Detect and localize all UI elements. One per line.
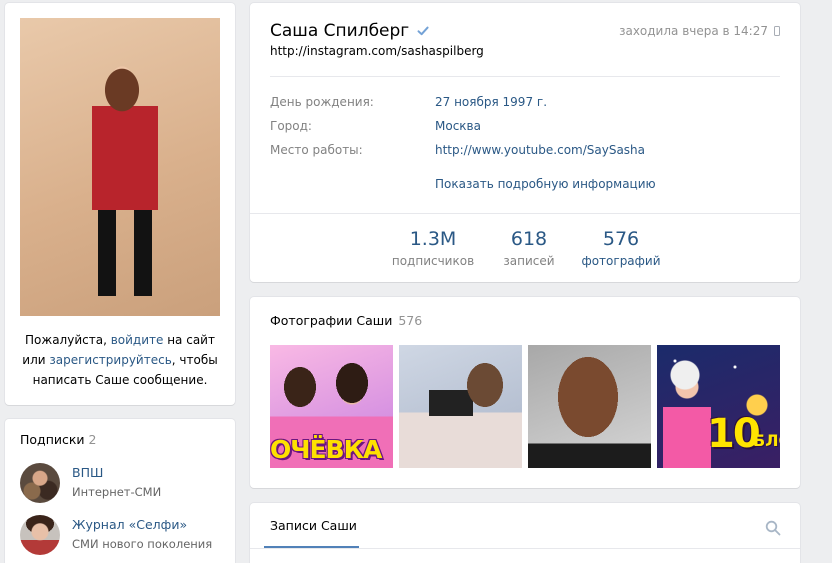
divider — [270, 76, 780, 77]
photos-count: 576 — [398, 313, 423, 328]
city-link[interactable]: Москва — [435, 119, 481, 133]
subscription-item[interactable]: Журнал «Селфи» СМИ нового поколения — [20, 515, 230, 557]
subscription-avatar[interactable] — [20, 515, 60, 555]
photos-header[interactable]: Фотографии Саши 576 — [270, 313, 422, 328]
login-prompt-text-1: Пожалуйста, — [25, 333, 111, 347]
stat-posts[interactable]: 618 записей — [484, 228, 574, 268]
subscription-item[interactable]: ВПШ Интернет-СМИ — [20, 463, 230, 505]
photo-thumbnail[interactable]: 10 БЛО — [657, 345, 780, 468]
login-link[interactable]: войдите — [111, 333, 164, 347]
show-more-link[interactable]: Показать подробную информацию — [435, 177, 656, 191]
register-link[interactable]: зарегистрируйтесь — [49, 353, 171, 367]
subscription-desc: Интернет-СМИ — [72, 485, 162, 499]
info-row-city: Город: Москва — [270, 119, 780, 137]
photo-caption: 10 — [707, 411, 761, 457]
subscriptions-header[interactable]: Подписки 2 — [20, 432, 97, 447]
stat-label: фотографий — [581, 254, 661, 268]
photos-title: Фотографии Саши — [270, 313, 393, 328]
subscription-name[interactable]: Журнал «Селфи» — [72, 517, 187, 532]
phone-icon — [774, 26, 780, 36]
subscriptions-title: Подписки — [20, 432, 85, 447]
stat-value: 576 — [602, 228, 640, 250]
divider — [250, 548, 800, 549]
stat-label: записей — [503, 254, 555, 268]
stat-value: 1.3M — [409, 228, 457, 250]
online-text: заходила вчера в 14:27 — [619, 24, 768, 38]
verified-icon — [417, 26, 429, 36]
stat-followers[interactable]: 1.3M подписчиков — [388, 228, 478, 268]
status-link[interactable]: http://instagram.com/sashaspilberg — [270, 44, 484, 58]
photo-caption: ОЧЁВКА — [270, 435, 382, 464]
tab-wall-posts[interactable]: Записи Саши — [270, 518, 357, 533]
subscription-avatar[interactable] — [20, 463, 60, 503]
info-label: День рождения: — [270, 95, 374, 109]
info-label: Место работы: — [270, 143, 363, 157]
subscriptions-count: 2 — [88, 432, 97, 447]
page-name: Саша Спилберг — [270, 21, 410, 41]
online-status: заходила вчера в 14:27 — [619, 24, 780, 38]
work-link[interactable]: http://www.youtube.com/SaySasha — [435, 143, 645, 157]
search-icon[interactable] — [765, 520, 781, 536]
profile-header-card: Саша Спилберг заходила вчера в 14:27 htt… — [250, 3, 800, 282]
subscriptions-card: Подписки 2 ВПШ Интернет-СМИ Журнал «Селфи… — [5, 419, 235, 563]
photo-caption: БЛО — [753, 431, 780, 450]
photos-card: Фотографии Саши 576 ОЧЁВКА 10 БЛО — [250, 297, 800, 488]
photo-thumbnail[interactable] — [399, 345, 522, 468]
info-row-birthday: День рождения: 27 ноября 1997 г. — [270, 95, 780, 113]
stat-label: подписчиков — [391, 254, 475, 268]
name-row: Саша Спилберг — [270, 21, 430, 41]
stat-photos[interactable]: 576 фотографий — [576, 228, 666, 268]
avatar-card: Пожалуйста, войдите на сайт или зарегист… — [5, 3, 235, 405]
info-row-work: Место работы: http://www.youtube.com/Say… — [270, 143, 780, 161]
subscription-name[interactable]: ВПШ — [72, 465, 103, 480]
photo-thumbnail[interactable] — [528, 345, 651, 468]
subscription-desc: СМИ нового поколения — [72, 537, 213, 551]
login-prompt: Пожалуйста, войдите на сайт или зарегист… — [17, 330, 223, 390]
info-label: Город: — [270, 119, 312, 133]
wall-card: Записи Саши — [250, 503, 800, 563]
divider — [250, 213, 800, 214]
profile-photo[interactable] — [20, 18, 220, 316]
photo-thumbnail[interactable]: ОЧЁВКА — [270, 345, 393, 468]
birthday-link[interactable]: 27 ноября 1997 г. — [435, 95, 547, 109]
stat-value: 618 — [510, 228, 548, 250]
